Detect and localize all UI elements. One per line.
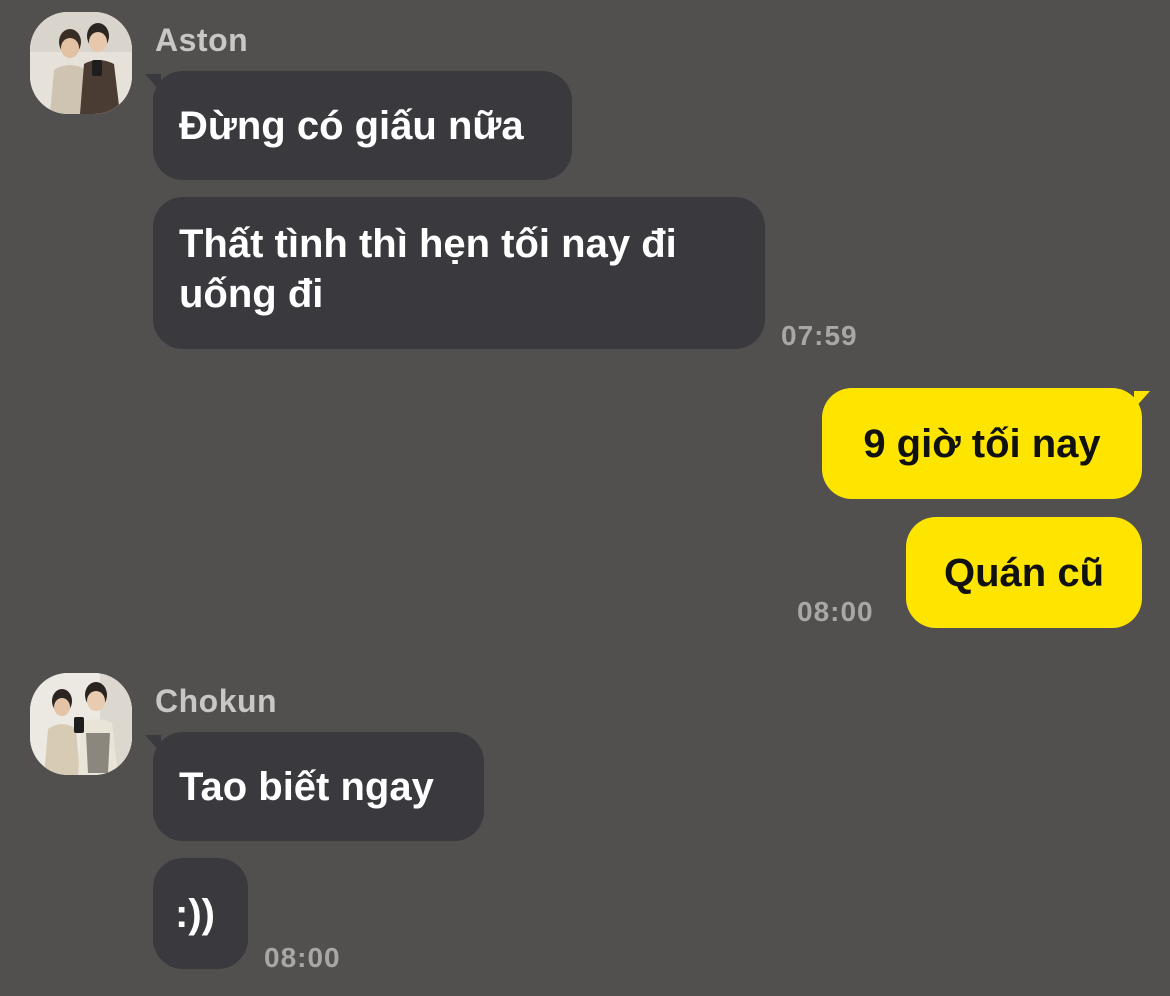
message-bubble[interactable]: Tao biết ngay	[153, 732, 484, 841]
message-text: Thất tình thì hẹn tối nay đi uống đi	[179, 222, 677, 316]
message-timestamp: 07:59	[781, 320, 858, 351]
message-timestamp: 08:00	[264, 942, 341, 973]
message-text: :))	[175, 891, 215, 936]
profile-photo-icon	[30, 673, 132, 775]
message-text: 9 giờ tối nay	[863, 421, 1101, 466]
sender-name-aston: Aston	[155, 22, 249, 58]
message-bubble[interactable]: Quán cũ	[906, 517, 1142, 628]
sender-name-chokun: Chokun	[155, 683, 278, 719]
message-text: Đừng có giấu nữa	[179, 103, 524, 148]
chat-view: Aston Đừng có giấu nữa Thất tình thì hẹn…	[0, 0, 1170, 996]
profile-photo-icon	[30, 12, 132, 114]
message-bubble[interactable]: :))	[153, 858, 248, 969]
avatar-chokun[interactable]	[30, 673, 132, 775]
avatar-aston[interactable]	[30, 12, 132, 114]
message-text: Tao biết ngay	[179, 764, 434, 809]
message-bubble[interactable]: Thất tình thì hẹn tối nay đi uống đi	[153, 197, 765, 349]
message-text: Quán cũ	[943, 550, 1105, 595]
message-bubble[interactable]: Đừng có giấu nữa	[153, 71, 572, 180]
message-bubble[interactable]: 9 giờ tối nay	[822, 388, 1142, 499]
message-timestamp: 08:00	[797, 596, 874, 627]
